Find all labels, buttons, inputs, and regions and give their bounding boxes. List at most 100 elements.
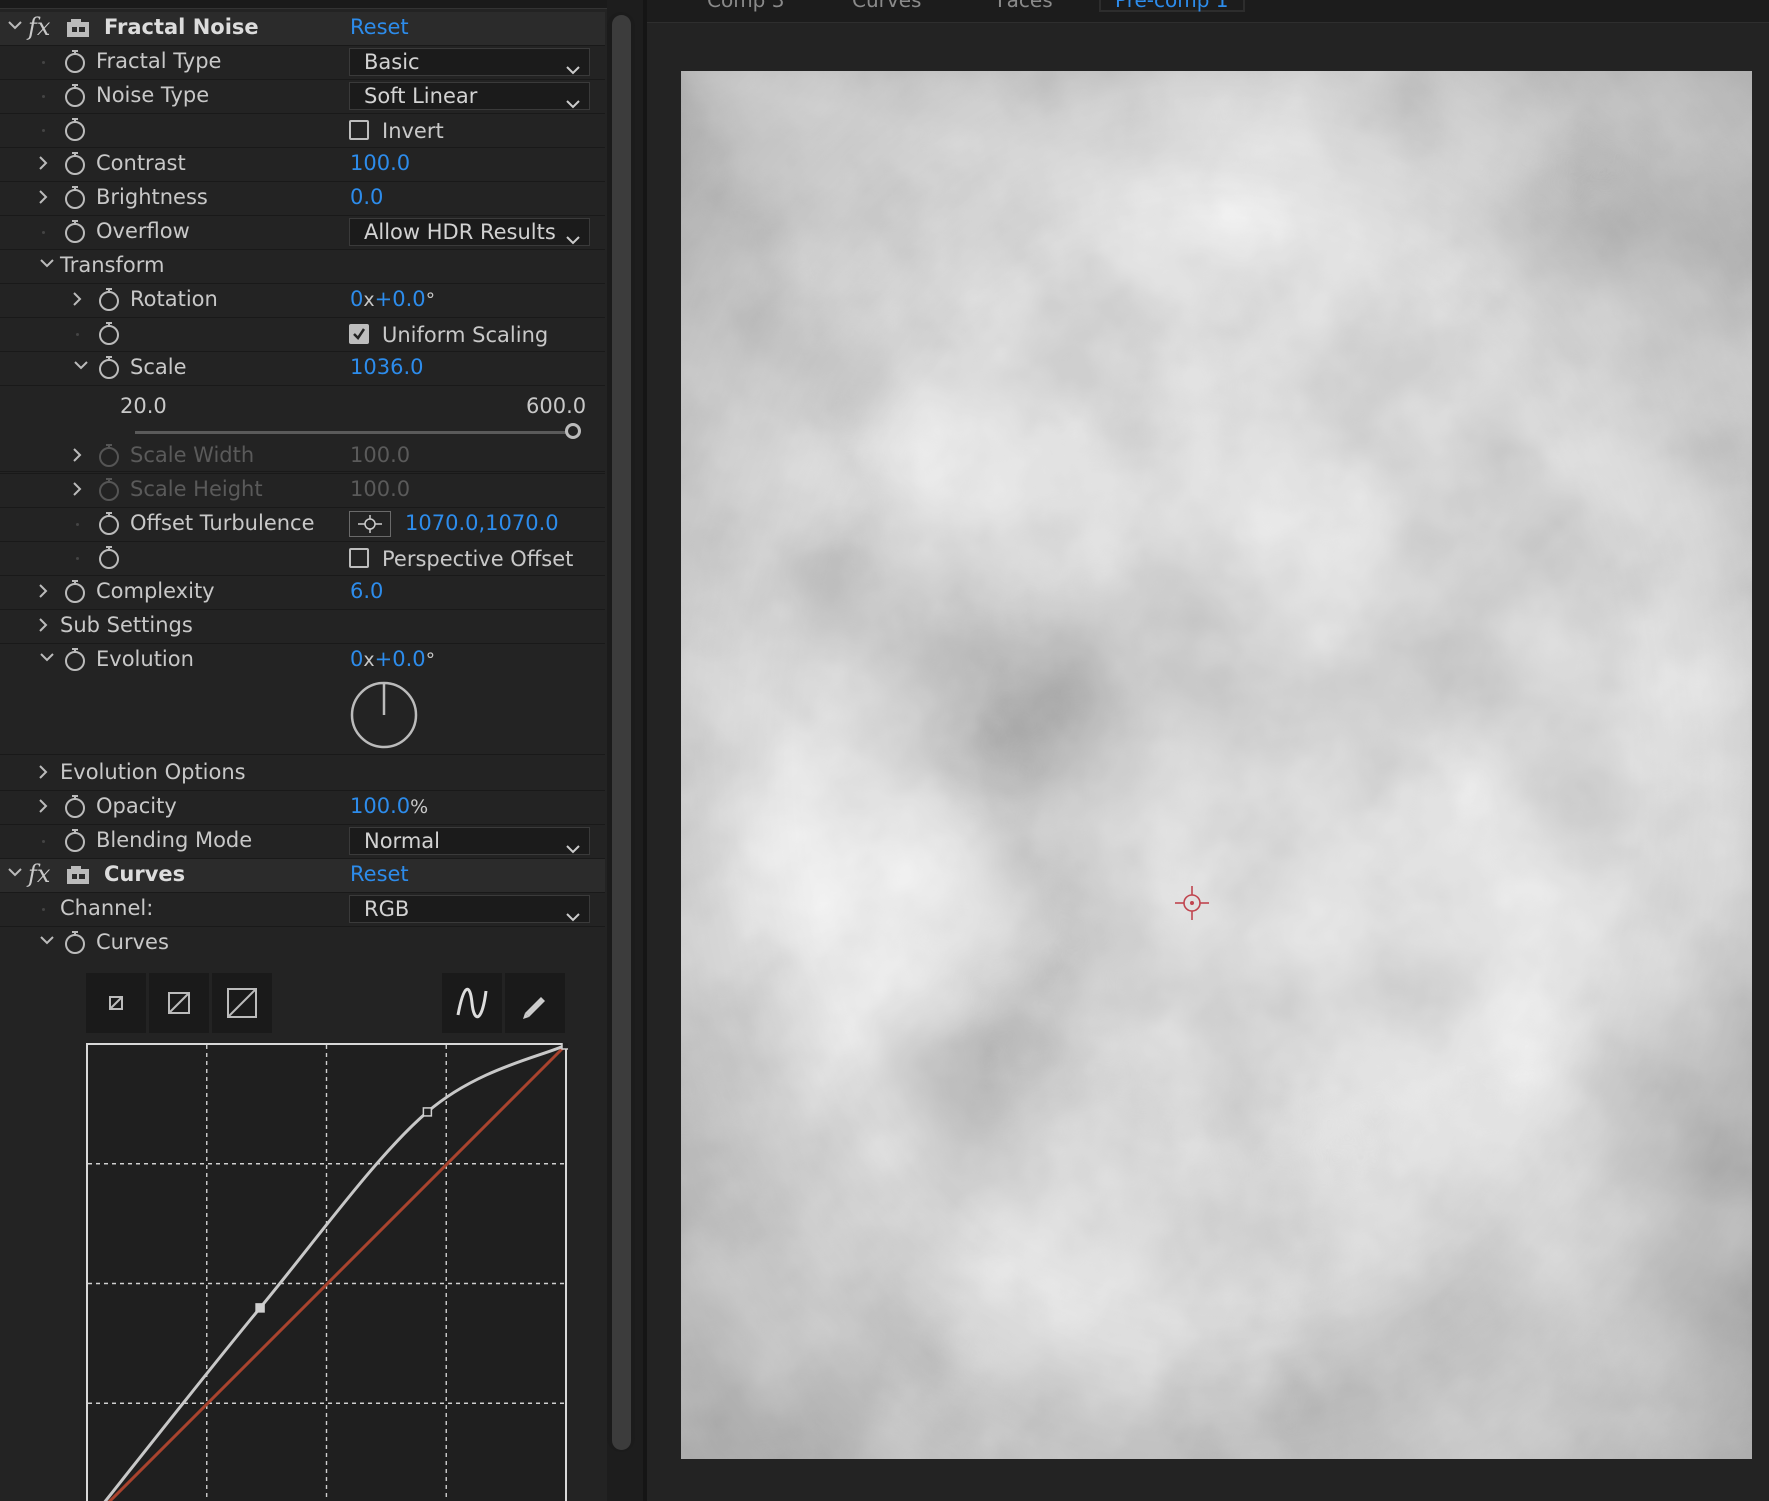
- reset-link[interactable]: Reset: [350, 862, 409, 886]
- slider-knob[interactable]: [565, 423, 581, 439]
- tab-comp-3[interactable]: Comp 3: [707, 0, 784, 12]
- property-perspective-offset: Perspective Offset: [0, 542, 605, 576]
- curve-control-point[interactable]: [561, 1043, 568, 1050]
- opacity-number[interactable]: 100.0: [350, 794, 410, 818]
- slider-max-label: 600.0: [526, 394, 587, 418]
- blending-mode-dropdown[interactable]: Normal: [349, 827, 590, 855]
- scale-value[interactable]: 1036.0: [350, 355, 423, 379]
- chevron-right-icon[interactable]: [38, 156, 48, 170]
- chevron-down-icon[interactable]: [40, 652, 54, 662]
- pencil-icon[interactable]: [505, 973, 565, 1033]
- layer-effect-icon: [66, 865, 90, 885]
- row-dot: [76, 557, 79, 560]
- stopwatch-icon[interactable]: [97, 322, 121, 346]
- chevron-down-icon[interactable]: [8, 867, 22, 877]
- stopwatch-icon[interactable]: [97, 288, 121, 312]
- fx-icon[interactable]: fx: [28, 13, 50, 41]
- stopwatch-icon[interactable]: [97, 546, 121, 570]
- opacity-value[interactable]: 100.0%: [350, 794, 428, 818]
- fx-icon[interactable]: fx: [28, 860, 50, 888]
- property-scale-height: Scale Height 100.0: [0, 474, 605, 508]
- chevron-right-icon[interactable]: [72, 482, 82, 496]
- stopwatch-icon[interactable]: [63, 152, 87, 176]
- chevron-right-icon[interactable]: [38, 799, 48, 813]
- angle-dial[interactable]: [349, 680, 419, 755]
- tab-curves[interactable]: Curves: [852, 0, 921, 12]
- viewer-tab-bar: Comp 3 Curves Faces Pre-comp 1: [647, 0, 1769, 23]
- stopwatch-icon[interactable]: [63, 220, 87, 244]
- property-label: Scale Width: [130, 443, 255, 467]
- chevron-right-icon[interactable]: [38, 618, 48, 632]
- noise-type-dropdown[interactable]: Soft Linear: [349, 82, 590, 110]
- perspective-offset-checkbox[interactable]: [349, 548, 369, 568]
- rotation-value[interactable]: 0x+0.0°: [350, 287, 435, 311]
- evolution-revolutions[interactable]: 0: [350, 647, 363, 671]
- property-label: Opacity: [96, 794, 177, 818]
- group-label: Evolution Options: [60, 760, 246, 784]
- group-sub-settings[interactable]: Sub Settings: [0, 610, 605, 644]
- row-dot: [42, 908, 45, 911]
- complexity-value[interactable]: 6.0: [350, 579, 383, 603]
- checkbox-label: Uniform Scaling: [382, 323, 549, 347]
- chevron-down-icon[interactable]: [40, 935, 54, 945]
- offset-turbulence-value[interactable]: 1070.0,1070.0: [405, 511, 559, 535]
- chevron-down-icon[interactable]: [8, 20, 22, 30]
- overflow-dropdown[interactable]: Allow HDR Results: [349, 218, 590, 246]
- stopwatch-icon: [97, 444, 121, 468]
- uniform-scaling-checkbox[interactable]: [349, 324, 369, 344]
- property-rotation: Rotation 0x+0.0°: [0, 284, 605, 318]
- chevron-right-icon[interactable]: [38, 765, 48, 779]
- chevron-right-icon[interactable]: [72, 292, 82, 306]
- fractal-type-dropdown[interactable]: Basic: [349, 48, 590, 76]
- effect-name: Curves: [104, 862, 186, 886]
- stopwatch-icon[interactable]: [63, 84, 87, 108]
- reset-link[interactable]: Reset: [350, 15, 409, 39]
- crosshair-point-icon[interactable]: [349, 511, 391, 537]
- graph-medium-icon[interactable]: [149, 973, 209, 1033]
- stopwatch-icon[interactable]: [63, 118, 87, 142]
- channel-dropdown[interactable]: RGB: [349, 895, 590, 923]
- contrast-value[interactable]: 100.0: [350, 151, 410, 175]
- chevron-right-icon[interactable]: [38, 190, 48, 204]
- slider-track[interactable]: [135, 431, 575, 434]
- chevron-down-icon[interactable]: [74, 360, 88, 370]
- rotation-degrees[interactable]: +0.0: [375, 287, 426, 311]
- group-transform[interactable]: Transform: [0, 250, 605, 284]
- stopwatch-icon[interactable]: [97, 356, 121, 380]
- scrollbar-thumb[interactable]: [612, 15, 631, 1450]
- chevron-right-icon[interactable]: [38, 584, 48, 598]
- curve-control-point[interactable]: [255, 1303, 265, 1313]
- stopwatch-icon[interactable]: [63, 829, 87, 853]
- tab-faces[interactable]: Faces: [997, 0, 1053, 12]
- stopwatch-icon[interactable]: [63, 50, 87, 74]
- group-evolution-options[interactable]: Evolution Options: [0, 757, 605, 791]
- evolution-degrees[interactable]: +0.0: [375, 647, 426, 671]
- stopwatch-icon[interactable]: [63, 931, 87, 955]
- dropdown-value: Basic: [364, 50, 420, 74]
- composition-canvas[interactable]: [681, 71, 1752, 1459]
- stopwatch-icon[interactable]: [97, 512, 121, 536]
- effect-header-curves[interactable]: fx Curves Reset: [0, 859, 605, 893]
- chevron-right-icon[interactable]: [72, 448, 82, 462]
- anchor-crosshair-icon[interactable]: [1175, 886, 1209, 920]
- property-fractal-type: Fractal Type Basic: [0, 46, 605, 80]
- effect-header-fractal-noise[interactable]: fx Fractal Noise Reset: [0, 12, 605, 46]
- graph-large-icon[interactable]: [212, 973, 272, 1033]
- stopwatch-icon[interactable]: [63, 580, 87, 604]
- property-offset-turbulence: Offset Turbulence 1070.0,1070.0: [0, 508, 605, 542]
- curves-graph[interactable]: [86, 1043, 568, 1501]
- evolution-value[interactable]: 0x+0.0°: [350, 647, 435, 671]
- stopwatch-icon[interactable]: [63, 648, 87, 672]
- property-channel: Channel: RGB: [0, 893, 605, 927]
- property-label: Overflow: [96, 219, 190, 243]
- stopwatch-icon[interactable]: [63, 186, 87, 210]
- stopwatch-icon[interactable]: [63, 795, 87, 819]
- graph-small-icon[interactable]: [86, 973, 146, 1033]
- rotation-revolutions[interactable]: 0: [350, 287, 363, 311]
- chevron-down-icon[interactable]: [40, 258, 54, 268]
- brightness-value[interactable]: 0.0: [350, 185, 383, 209]
- tab-pre-comp-1[interactable]: Pre-comp 1: [1099, 0, 1245, 12]
- curve-control-point[interactable]: [422, 1107, 433, 1117]
- invert-checkbox[interactable]: [349, 120, 369, 140]
- bezier-curve-icon[interactable]: [442, 973, 502, 1033]
